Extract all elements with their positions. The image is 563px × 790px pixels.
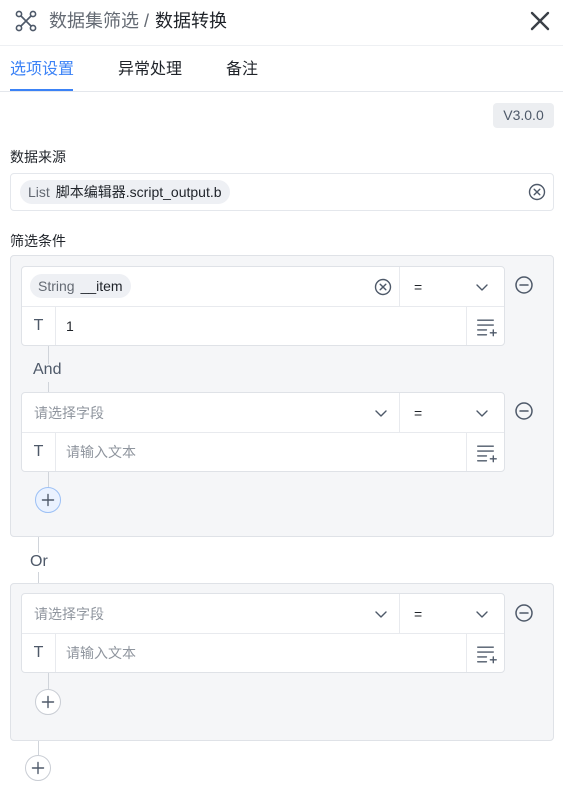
- field-value: __item: [80, 278, 123, 294]
- transform-icon: [15, 10, 37, 32]
- version-badge: V3.0.0: [493, 103, 554, 128]
- operator-select[interactable]: =: [400, 393, 504, 433]
- operator-value: =: [414, 405, 423, 421]
- filter-group-1: And String __item = T 1 请选择字段 = T 请输入文本: [10, 255, 554, 537]
- value-input[interactable]: [56, 307, 466, 345]
- breadcrumb: 数据集筛选 / 数据转换: [49, 9, 227, 33]
- tab-options[interactable]: 选项设置: [10, 60, 74, 80]
- value-type-selector[interactable]: T: [22, 307, 56, 345]
- data-source-field[interactable]: List 脚本编辑器.script_output.b: [10, 173, 554, 211]
- clear-icon[interactable]: [374, 278, 392, 296]
- breadcrumb-parent[interactable]: 数据集筛选: [49, 11, 139, 31]
- page-title: 数据转换: [155, 11, 228, 31]
- field-placeholder: 请选择字段: [34, 606, 104, 622]
- tab-notes[interactable]: 备注: [226, 60, 258, 80]
- connector-line: [48, 382, 49, 392]
- filter-label: 筛选条件: [10, 233, 66, 249]
- condition-row: 请选择字段 = T: [21, 593, 505, 673]
- breadcrumb-separator: /: [144, 11, 150, 31]
- clear-icon[interactable]: [528, 183, 546, 201]
- tab-exception-handling[interactable]: 异常处理: [118, 60, 182, 80]
- field-select[interactable]: String __item: [22, 267, 400, 307]
- or-label: Or: [30, 553, 48, 570]
- chevron-down-icon: [375, 611, 387, 618]
- list-add-icon[interactable]: [466, 634, 504, 672]
- close-icon[interactable]: [527, 8, 553, 34]
- operator-select[interactable]: =: [400, 594, 504, 634]
- connector-line: [48, 472, 49, 488]
- chevron-down-icon: [476, 284, 488, 291]
- condition-row: 请选择字段 = T: [21, 392, 505, 472]
- operator-value: =: [414, 606, 423, 622]
- remove-condition-icon[interactable]: [514, 603, 534, 623]
- filter-group-2: 请选择字段 = T: [10, 583, 554, 741]
- data-source-label: 数据来源: [10, 149, 66, 165]
- field-type: String: [38, 278, 75, 294]
- operator-value: =: [414, 279, 423, 295]
- remove-condition-icon[interactable]: [514, 275, 534, 295]
- field-tag: String __item: [30, 274, 131, 298]
- condition-row: String __item = T: [21, 266, 505, 346]
- page-header: 数据集筛选 / 数据转换: [0, 0, 563, 46]
- list-add-icon[interactable]: [466, 433, 504, 471]
- connector-line: [38, 537, 39, 553]
- add-condition-icon[interactable]: [35, 487, 61, 513]
- field-placeholder: 请选择字段: [34, 405, 104, 421]
- list-add-icon[interactable]: [466, 307, 504, 345]
- connector-line: [38, 572, 39, 583]
- add-group-icon[interactable]: [25, 755, 51, 781]
- value-type-selector[interactable]: T: [22, 634, 56, 672]
- chevron-down-icon: [375, 410, 387, 417]
- data-source-value: 脚本编辑器.script_output.b: [55, 184, 222, 200]
- operator-select[interactable]: =: [400, 267, 504, 307]
- value-input[interactable]: [56, 634, 466, 672]
- chevron-down-icon: [476, 611, 488, 618]
- value-type-selector[interactable]: T: [22, 433, 56, 471]
- field-select[interactable]: 请选择字段: [22, 393, 400, 433]
- chevron-down-icon: [476, 410, 488, 417]
- and-label: And: [33, 361, 62, 378]
- data-source-tag: List 脚本编辑器.script_output.b: [20, 180, 230, 204]
- connector-line: [48, 673, 49, 689]
- active-tab-indicator: [10, 89, 73, 91]
- tab-bar: 选项设置 异常处理 备注: [0, 46, 563, 92]
- remove-condition-icon[interactable]: [514, 401, 534, 421]
- connector-line: [38, 741, 39, 755]
- field-select[interactable]: 请选择字段: [22, 594, 400, 634]
- data-source-type: List: [28, 184, 50, 200]
- value-input[interactable]: [56, 433, 466, 471]
- add-condition-icon[interactable]: [35, 689, 61, 715]
